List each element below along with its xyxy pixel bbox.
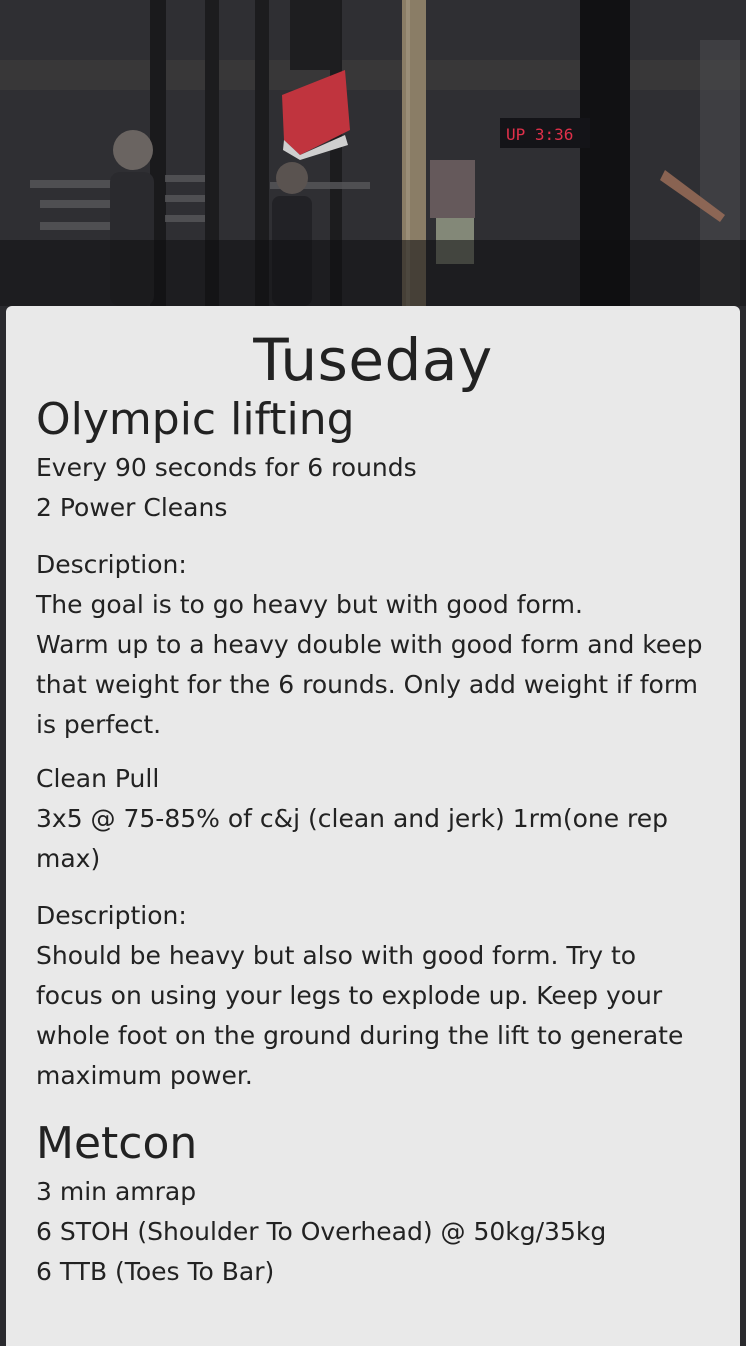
day-title: Tuseday xyxy=(253,326,493,394)
description-text: Should be heavy but also with good form.… xyxy=(36,941,684,1090)
section-title-olympic-lifting: Olympic lifting xyxy=(36,394,355,445)
exercise-title-clean-pull: Clean Pull xyxy=(36,764,160,793)
description-label: Description: xyxy=(36,550,187,579)
description-text: Warm up to a heavy double with good form… xyxy=(36,630,703,739)
exercise-detail: 3x5 @ 75-85% of c&j (clean and jerk) 1rm… xyxy=(36,804,669,873)
gym-hero-image: UP 3:36 xyxy=(0,0,746,306)
description-text: The goal is to go heavy but with good fo… xyxy=(36,590,583,619)
section-title-metcon: Metcon xyxy=(36,1118,198,1169)
svg-text:UP 3:36: UP 3:36 xyxy=(506,125,573,144)
workout-line: 2 Power Cleans xyxy=(36,493,228,522)
workout-card: Tuseday Olympic lifting Every 90 seconds… xyxy=(6,306,740,1346)
workout-line: 3 min amrap xyxy=(36,1177,197,1206)
description-label: Description: xyxy=(36,901,187,930)
workout-line: 6 STOH (Shoulder To Overhead) @ 50kg/35k… xyxy=(36,1217,607,1246)
workout-line: Every 90 seconds for 6 rounds xyxy=(36,453,417,482)
workout-line: 6 TTB (Toes To Bar) xyxy=(36,1257,275,1286)
